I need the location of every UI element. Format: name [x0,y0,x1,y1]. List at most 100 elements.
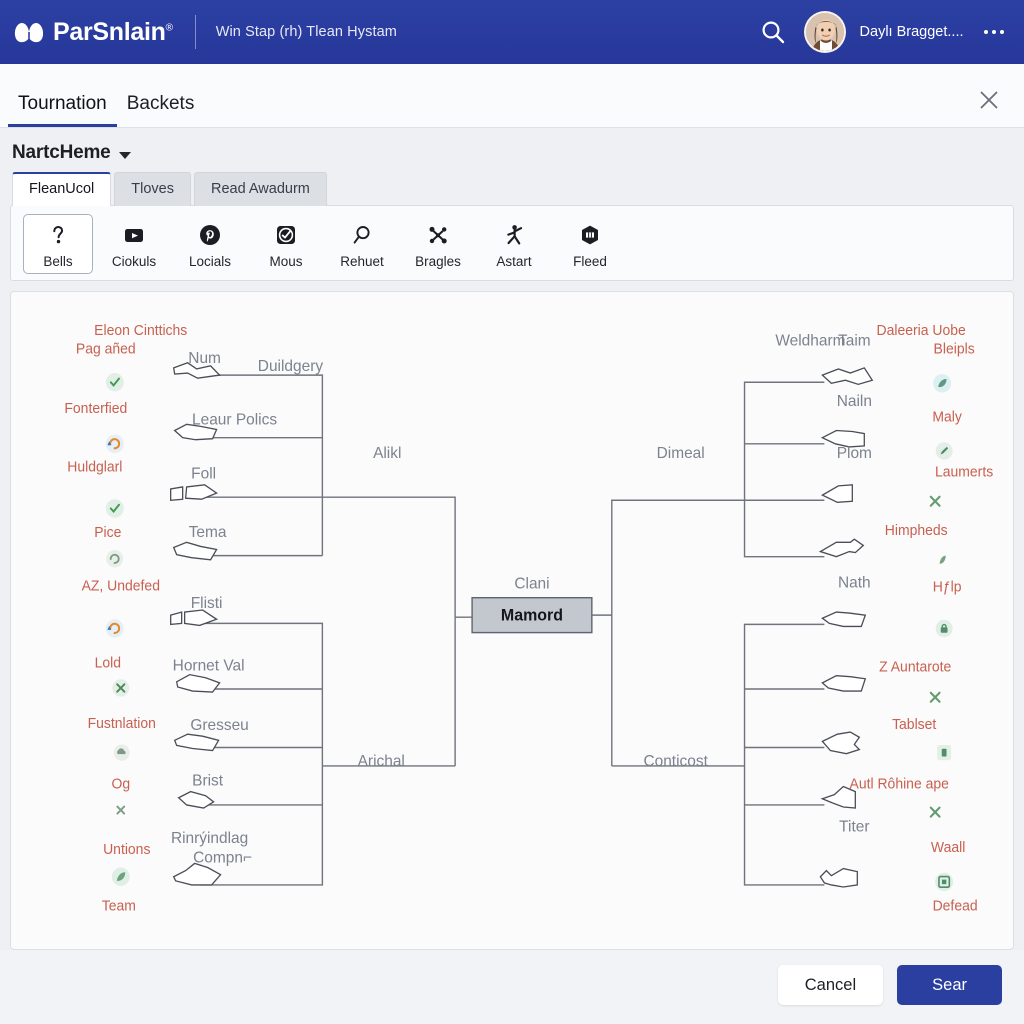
tool-locials[interactable]: Locials [175,214,245,275]
match-label: Titer [839,819,869,836]
left-round1-connectors [200,374,489,887]
match-label: Flisti [191,595,223,612]
right-side-labels: Daleeria Uobe Bleipls Maly Laumerts Himp… [850,323,994,915]
tool-ciokuls[interactable]: Ciokuls [99,214,169,275]
leaf-small-icon[interactable] [939,556,946,565]
check-square-icon [274,222,298,248]
main-tab-list: Tournation Backets [8,64,204,127]
header-actions: Daylı Bragget.... [756,11,1008,53]
final-caption: Clani [514,576,549,593]
sync-circle-icon[interactable] [106,550,124,568]
check-circle-green-icon[interactable] [105,499,124,519]
left-side-label: Lold [95,656,121,672]
final-winner-label: Mamord [501,607,563,625]
x-mark-green-icon[interactable] [929,496,941,508]
refresh-colored-icon[interactable] [105,619,124,639]
x-mark-green-icon[interactable] [929,692,941,704]
subtab-fleanucol[interactable]: FleanUcol [12,172,112,206]
match-label: Nath [838,575,871,592]
magnifier-icon [350,222,374,248]
right-side-label: Daleeria Uobe [877,323,966,339]
left-round2-labels: Duildgery Alikl Arichal [258,358,405,770]
left-side-label: AZ, Undefed [82,579,160,595]
subtab-tloves[interactable]: Tloves [114,172,191,206]
x-mark-small-icon[interactable] [116,806,126,815]
scissors-icon [426,222,450,248]
match-label: Leaur Polics [192,412,277,429]
match-label: Num [188,350,221,367]
check-circle-green-icon[interactable] [105,373,124,392]
search-icon[interactable] [756,15,790,49]
right-side-label: Waall [931,840,965,856]
left-side-label: Untions [103,842,150,858]
x-mark-green-icon[interactable] [112,679,130,698]
subtab-read-awadurm[interactable]: Read Awadurm [194,172,327,206]
bracket-svg: Eleon Cinttichs Pag añed Fonterfied Huld… [64,323,994,915]
refresh-colored-icon[interactable] [105,435,124,454]
left-side-label: Huldglarl [67,460,122,476]
butterfly-logo-icon [14,19,44,45]
pinterest-circle-icon [198,222,222,248]
doc-badge-icon[interactable] [937,745,952,761]
chevron-down-icon[interactable] [118,151,131,159]
bracket-diagram-panel[interactable]: Eleon Cinttichs Pag añed Fonterfied Huld… [10,291,1014,950]
leaf-badge-icon[interactable] [111,867,130,887]
match-label: Foll [191,466,216,483]
match-label: Plom [837,445,872,462]
cloud-icon[interactable] [113,744,130,762]
right-side-label: Himpheds [885,523,948,539]
header-subtitle: Win Stap (rh) Tlean Hystam [215,24,397,40]
tool-fleed[interactable]: Fleed [555,214,625,275]
question-mark-icon [46,222,70,248]
kebab-dot [991,29,996,35]
tool-bragles[interactable]: Bragles [403,214,473,275]
left-side-label: Team [102,899,136,915]
lock-circle-icon[interactable] [935,620,953,638]
round-label: Conticost [643,753,708,770]
tool-rehuet[interactable]: Rehuet [327,214,397,275]
final-match-node[interactable]: Clani Mamord [471,576,612,634]
tool-label: Ciokuls [111,253,157,269]
right-side-label: Tablset [892,717,936,733]
hexagon-badge-icon [578,222,602,248]
user-name[interactable]: Daylı Bragget.... [860,24,964,40]
registered-mark: ® [165,22,173,34]
close-icon[interactable] [972,83,1006,117]
cancel-button[interactable]: Cancel [777,964,884,1006]
left-status-icons [105,373,130,887]
tool-astart[interactable]: Astart [479,214,549,275]
pen-circle-icon[interactable] [935,442,953,461]
round-label: Weldharm [775,333,845,350]
round-label: Duildgery [258,358,323,375]
left-side-label: Eleon Cinttichs [94,323,187,339]
kebab-menu-icon[interactable] [980,24,1009,41]
match-label: Hornet Val [173,658,245,675]
stop-badge-icon[interactable] [935,873,954,892]
match-label: Gresseu [190,717,248,734]
app-window: ParSnlain® Win Stap (rh) Tlean Hystam Da… [0,0,1024,1024]
match-label: Nailn [837,393,872,410]
match-label: Rinrýindlag [171,830,248,847]
brand-name-text: ParSnlain [53,17,166,46]
kebab-dot [999,29,1004,35]
tab-backets[interactable]: Backets [117,94,205,127]
submit-button[interactable]: Sear [897,964,1002,1006]
x-mark-green-icon[interactable] [929,806,941,819]
tool-label: Bragles [415,253,461,269]
icon-toolbar: Bells Ciokuls Locials Mous Rehuet Bragle… [10,204,1014,282]
right-round1-labels: Taim Nailn Plom Nath Titer [837,333,872,836]
subtab-list: FleanUcol Tloves Read Awadurm [10,172,1014,206]
tool-label: Mous [269,253,303,269]
tool-bells[interactable]: Bells [23,213,93,275]
tool-mous[interactable]: Mous [251,214,321,275]
tool-label: Fleed [573,253,607,269]
match-label: Brist [192,773,224,790]
brand-logo-group[interactable]: ParSnlain® [14,18,173,47]
left-side-labels: Eleon Cinttichs Pag añed Fonterfied Huld… [64,323,187,915]
page-title: NartcHeme [12,142,111,163]
leaf-badge-icon[interactable] [933,374,952,393]
tool-label: Rehuet [340,253,384,269]
brand-name: ParSnlain® [53,18,173,47]
avatar[interactable] [803,11,846,53]
tab-tournation[interactable]: Tournation [8,94,117,127]
